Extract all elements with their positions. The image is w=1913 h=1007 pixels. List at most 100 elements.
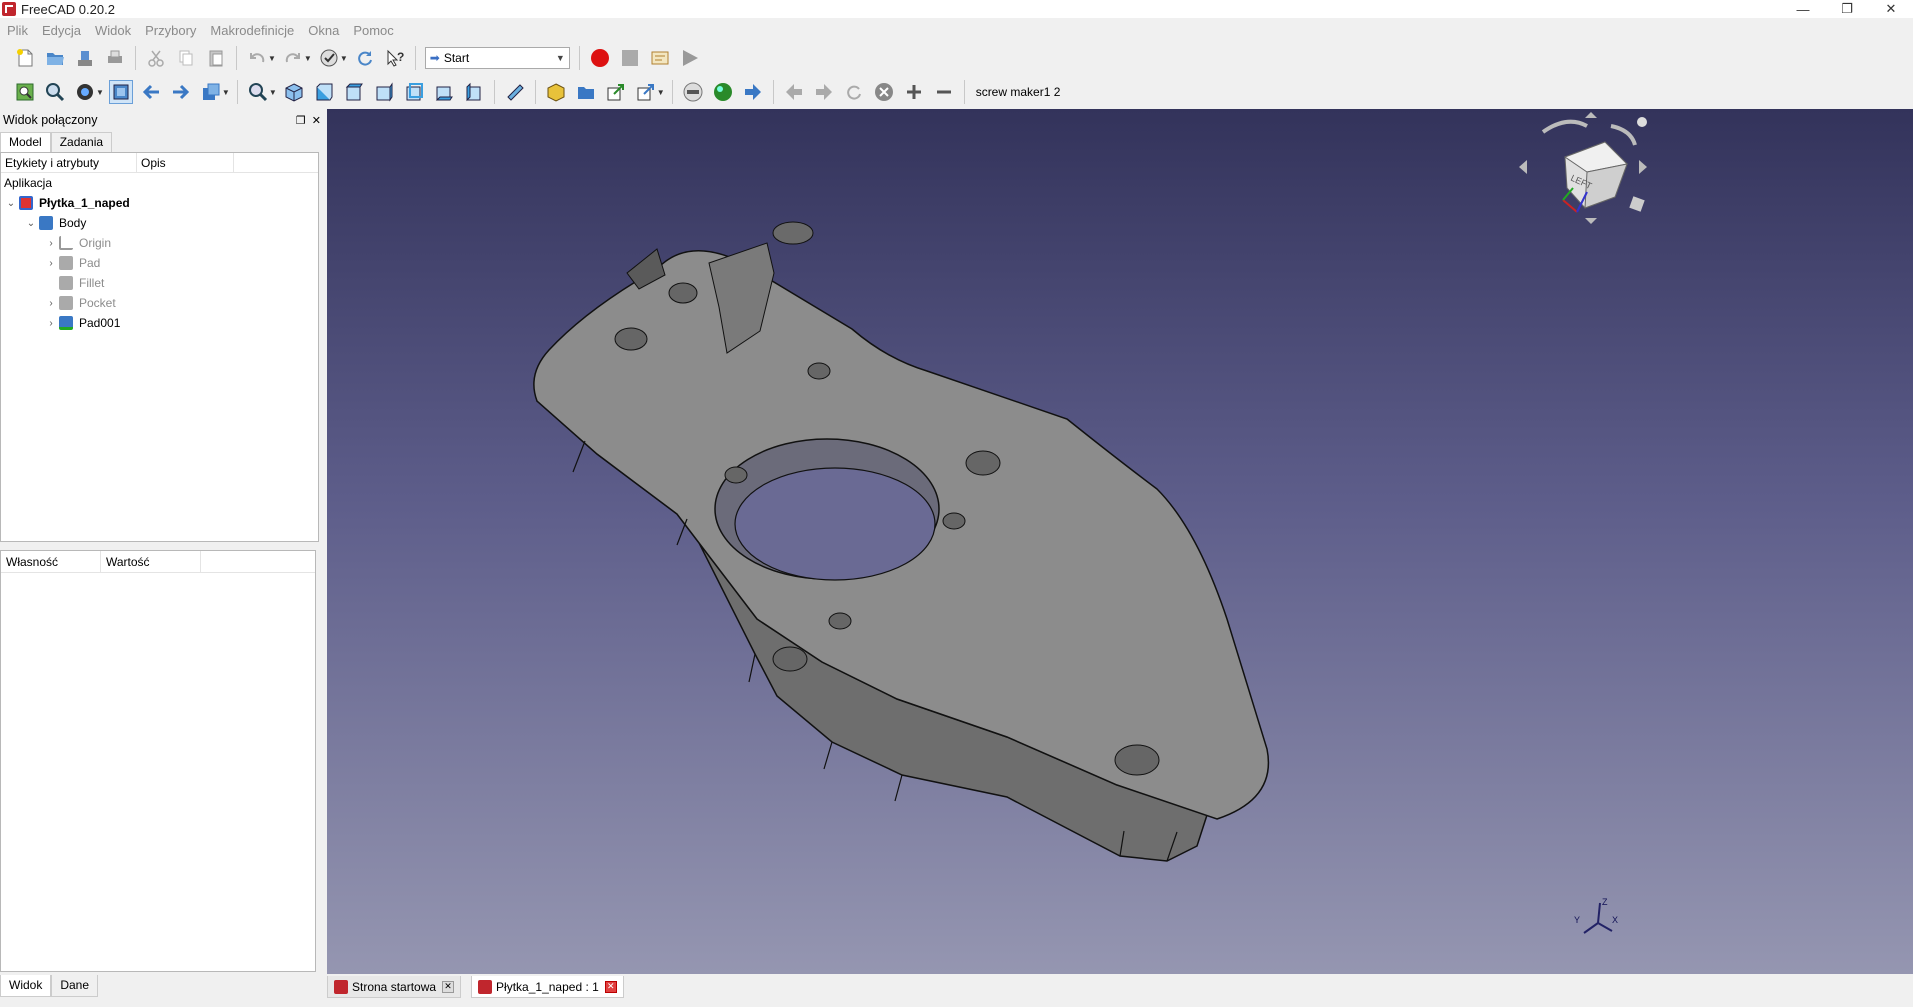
web-home-icon[interactable] <box>711 80 735 104</box>
redo-dropdown-icon[interactable]: ▼ <box>304 54 312 63</box>
copy-icon[interactable] <box>174 46 198 70</box>
draw-style-icon[interactable] <box>73 80 97 104</box>
close-tab-icon[interactable]: ✕ <box>604 980 617 993</box>
rotate-left-icon[interactable] <box>1541 119 1588 134</box>
chevron-right-icon[interactable]: › <box>45 258 57 269</box>
web-cancel-icon[interactable] <box>872 80 896 104</box>
record-macro-icon[interactable] <box>588 46 612 70</box>
edit-macro-icon[interactable] <box>648 46 672 70</box>
right-view-icon[interactable] <box>372 80 396 104</box>
tree-body-row[interactable]: ⌄ Body <box>1 213 318 233</box>
close-button[interactable]: ✕ <box>1869 0 1913 18</box>
forward-arrow-icon[interactable] <box>169 80 193 104</box>
tab-tasks[interactable]: Zadania <box>50 132 113 152</box>
close-panel-icon[interactable]: ✕ <box>312 114 321 127</box>
menu-file[interactable]: Plik <box>0 23 35 38</box>
zoom-in-icon[interactable] <box>902 80 926 104</box>
tree-origin-row[interactable]: › Origin <box>1 233 318 253</box>
menu-tools[interactable]: Przybory <box>138 23 203 38</box>
fit-selection-icon[interactable] <box>43 80 67 104</box>
tree-fillet-row[interactable]: Fillet <box>1 273 318 293</box>
chevron-down-icon[interactable]: ⌄ <box>25 218 37 229</box>
tree-pad001-row[interactable]: › Pad001 <box>1 313 318 333</box>
arrow-down-icon[interactable] <box>1585 218 1597 224</box>
property-header-name[interactable]: Własność <box>1 550 101 573</box>
chevron-down-icon[interactable]: ⌄ <box>5 198 17 209</box>
zoom-out-icon[interactable] <box>932 80 956 104</box>
top-view-icon[interactable] <box>342 80 366 104</box>
tree-header-labels[interactable]: Etykiety i atrybuty <box>1 153 137 172</box>
tree-document-row[interactable]: ⌄ Płytka_1_naped <box>1 193 318 213</box>
web-forward-icon[interactable] <box>812 80 836 104</box>
tree-pad-row[interactable]: › Pad <box>1 253 318 273</box>
menu-edit[interactable]: Edycja <box>35 23 88 38</box>
measure-icon[interactable] <box>503 80 527 104</box>
redo-icon[interactable] <box>281 46 305 70</box>
navigation-cube[interactable]: LEFT <box>1507 112 1647 232</box>
bounding-box-icon[interactable] <box>108 80 133 104</box>
chevron-right-icon[interactable]: › <box>45 298 57 309</box>
close-tab-icon[interactable]: ✕ <box>442 980 455 993</box>
3d-model-canvas[interactable] <box>327 109 1913 974</box>
run-macro-icon[interactable] <box>678 46 702 70</box>
tree-pocket-row[interactable]: › Pocket <box>1 293 318 313</box>
new-document-icon[interactable] <box>13 46 37 70</box>
stop-macro-icon[interactable] <box>618 46 642 70</box>
tab-data-properties[interactable]: Dane <box>51 975 99 997</box>
front-view-icon[interactable] <box>312 80 336 104</box>
3d-viewport[interactable]: LEFT Y X Z <box>327 109 1913 974</box>
arrow-right-icon[interactable] <box>1639 160 1647 174</box>
open-folder-icon[interactable] <box>43 46 67 70</box>
chevron-right-icon[interactable]: › <box>45 238 57 249</box>
restore-button[interactable]: ❐ <box>1825 0 1869 18</box>
float-panel-icon[interactable]: ❐ <box>296 114 306 127</box>
tab-start-page[interactable]: Strona startowa ✕ <box>327 976 462 998</box>
refresh-icon[interactable] <box>353 46 377 70</box>
link-actions-dropdown-icon[interactable]: ▼ <box>657 88 665 97</box>
arrow-left-icon[interactable] <box>1519 160 1527 174</box>
checker-dropdown-icon[interactable]: ▼ <box>340 54 348 63</box>
menu-windows[interactable]: Okna <box>301 23 346 38</box>
web-back-icon[interactable] <box>782 80 806 104</box>
tab-document[interactable]: Płytka_1_naped : 1 ✕ <box>471 976 624 998</box>
draw-style-dropdown-icon[interactable]: ▼ <box>96 88 104 97</box>
menu-macro[interactable]: Makrodefinicje <box>203 23 301 38</box>
zoom-dropdown-icon[interactable]: ▼ <box>269 88 277 97</box>
link-actions-icon[interactable] <box>634 80 658 104</box>
tree-header-description[interactable]: Opis <box>137 153 234 172</box>
chevron-right-icon[interactable]: › <box>45 318 57 329</box>
create-part-icon[interactable] <box>544 80 568 104</box>
rear-view-icon[interactable] <box>402 80 426 104</box>
view-menu-icon[interactable] <box>1629 196 1645 212</box>
web-go-icon[interactable] <box>741 80 765 104</box>
bottom-view-icon[interactable] <box>432 80 456 104</box>
minimize-button[interactable]: — <box>1781 0 1825 18</box>
arrow-up-icon[interactable] <box>1585 112 1597 118</box>
workbench-checker-icon[interactable] <box>317 46 341 70</box>
fit-all-icon[interactable] <box>13 80 37 104</box>
property-header-value[interactable]: Wartość <box>101 550 201 573</box>
undo-icon[interactable] <box>245 46 269 70</box>
workbench-selector[interactable]: ➡ Start ▼ <box>424 47 570 69</box>
whats-this-icon[interactable]: ? <box>383 46 407 70</box>
tab-view-properties[interactable]: Widok <box>0 975 52 997</box>
web-refresh-icon[interactable] <box>842 80 866 104</box>
nav-cube-dot-icon[interactable] <box>1637 117 1647 127</box>
menu-view[interactable]: Widok <box>88 23 138 38</box>
undo-dropdown-icon[interactable]: ▼ <box>268 54 276 63</box>
back-arrow-icon[interactable] <box>139 80 163 104</box>
save-icon[interactable] <box>73 46 97 70</box>
left-view-icon[interactable] <box>462 80 486 104</box>
menu-help[interactable]: Pomoc <box>346 23 400 38</box>
isometric-view-icon[interactable] <box>282 80 306 104</box>
make-link-icon[interactable] <box>604 80 628 104</box>
link-navigation-icon[interactable] <box>199 80 223 104</box>
tab-model[interactable]: Model <box>0 132 51 152</box>
paste-icon[interactable] <box>204 46 228 70</box>
web-stop-icon[interactable] <box>681 80 705 104</box>
rotate-right-icon[interactable] <box>1610 124 1637 146</box>
cut-icon[interactable] <box>144 46 168 70</box>
print-icon[interactable] <box>103 46 127 70</box>
zoom-icon[interactable] <box>246 80 270 104</box>
link-dropdown-icon[interactable]: ▼ <box>222 88 230 97</box>
